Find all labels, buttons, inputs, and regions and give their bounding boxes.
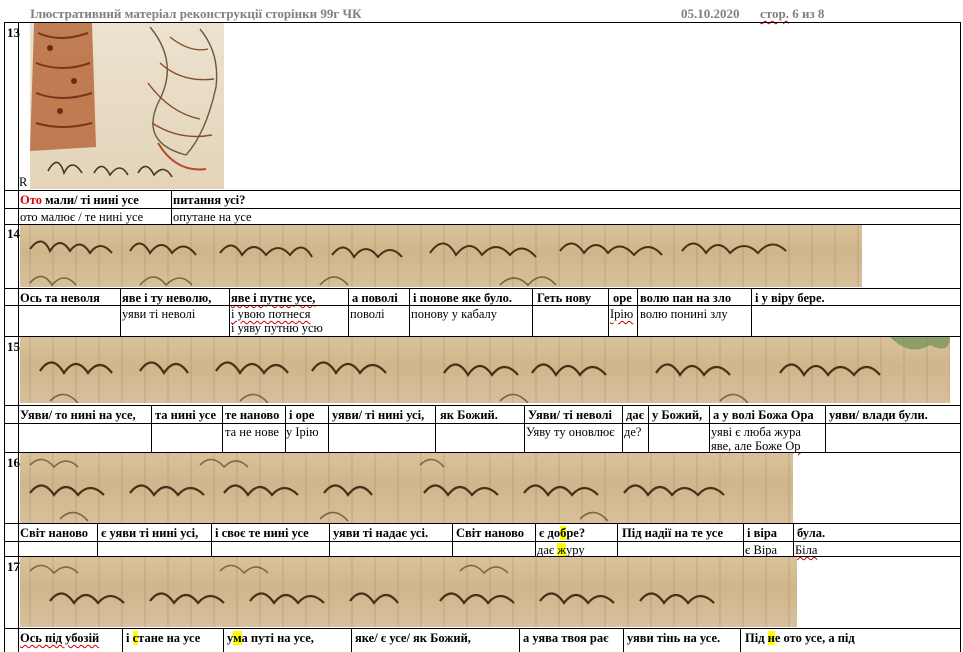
b16-top-2: є уяви ті нині усі, [101, 526, 199, 540]
document-date: 05.10.2020 [681, 6, 740, 21]
b14-top-6: Геть нову [537, 291, 592, 305]
b15-top-7: Уяви/ ті неволі [528, 408, 613, 422]
manuscript-strip-17 [20, 557, 797, 627]
b17-top-6: уяви тінь на усе. [627, 631, 721, 645]
b17-top-2: і стане на усе [126, 631, 201, 645]
b14-bottom-2: і увою потнеся [231, 307, 311, 321]
manuscript-illustration [30, 23, 224, 189]
b16-top-6: є добре? [539, 526, 586, 540]
b15-top-9: у Божий, [652, 408, 703, 422]
b14-bottom-3: і уяву путню усю [231, 321, 323, 335]
b14-top-4: а поволі [352, 291, 398, 305]
b15-top-3: те наново [225, 408, 280, 422]
b15-top-5: уяви/ ті нині усі, [332, 408, 425, 422]
b15-top-2: та нині усе [155, 408, 216, 422]
b15-top-6: як Божий. [440, 408, 498, 422]
b16-top-1: Світ наново [20, 526, 89, 540]
b15-bottom-1: та не нове [225, 425, 279, 439]
document-title: Ілюстративний матеріал реконструкції сто… [30, 6, 362, 21]
b14-top-7: оре [613, 291, 632, 305]
r-marker: R [19, 175, 28, 189]
b17-top-4: яке/ є усе/ як Божий, [355, 631, 471, 645]
b14-top-2: яве і ту неволю, [122, 291, 212, 305]
b14-bottom-6: Ірію [610, 307, 634, 321]
b15-bottom-2: у Ірію [286, 425, 319, 439]
b16-top-5: Світ наново [456, 526, 525, 540]
b15-top-4: і оре [289, 408, 315, 422]
b14-top-9: і у віру бере. [755, 291, 825, 305]
b16-bottom-2: є Віра [745, 543, 778, 557]
manuscript-strip-14 [20, 225, 862, 287]
page-number: стор. 6 из 8 [760, 6, 825, 21]
b17-top-7: Під не ото усе, а під [745, 631, 855, 645]
b16-bottom-3: Біла [795, 543, 818, 557]
b16-top-8: і віра [747, 526, 778, 540]
b17-top-3: ума путі на усе, [227, 631, 314, 645]
b14-bottom-7: волю понині злу [640, 307, 728, 321]
b16-bottom-1: дає журу [537, 543, 585, 557]
b16-top-9: була. [797, 526, 826, 540]
b15-top-1: Уяви/ то нині на усе, [20, 408, 136, 422]
b15-bottom-6: яве, але Боже Ор [711, 439, 801, 453]
b14-top-3: яве і путнє усе, [231, 291, 316, 305]
b17-top-5: а уява твоя рає [523, 631, 609, 645]
b14-bottom-5: понову у кабалу [411, 307, 498, 321]
b16-top-3: і своє те нині усе [215, 526, 309, 540]
b13-bottom-2: опутане на усе [173, 210, 252, 224]
b13-top-1: Ото мали/ ті нині усе [20, 193, 139, 207]
b15-top-8: дає [626, 408, 644, 422]
b15-top-11: уяви/ влади були. [829, 408, 928, 422]
b15-top-10: а у волі Божа Ора [713, 408, 814, 422]
b15-bottom-3: Уяву ту оновлює [526, 425, 615, 439]
page-header: Ілюстративний матеріал реконструкції сто… [0, 0, 963, 22]
b16-top-7: Під надії на те усе [622, 526, 723, 540]
b14-bottom-4: поволі [350, 307, 385, 321]
b14-top-8: волю пан на зло [640, 291, 732, 305]
b17-top-1: Ось під убозій [20, 631, 100, 645]
b16-top-4: уяви ті надає усі. [333, 526, 429, 540]
b14-bottom-1: уяви ті неволі [122, 307, 196, 321]
b14-top-1: Ось та неволя [20, 291, 100, 305]
b13-top-2: питання усі? [173, 193, 246, 207]
manuscript-strip-16 [20, 453, 793, 523]
manuscript-strip-15 [20, 337, 950, 403]
b13-bottom-1: ото малює / те нині усе [20, 210, 144, 224]
b14-top-5: і понове яке було. [413, 291, 513, 305]
b15-bottom-5: уяві є люба жура [711, 425, 801, 439]
b15-bottom-4: де? [624, 425, 642, 439]
